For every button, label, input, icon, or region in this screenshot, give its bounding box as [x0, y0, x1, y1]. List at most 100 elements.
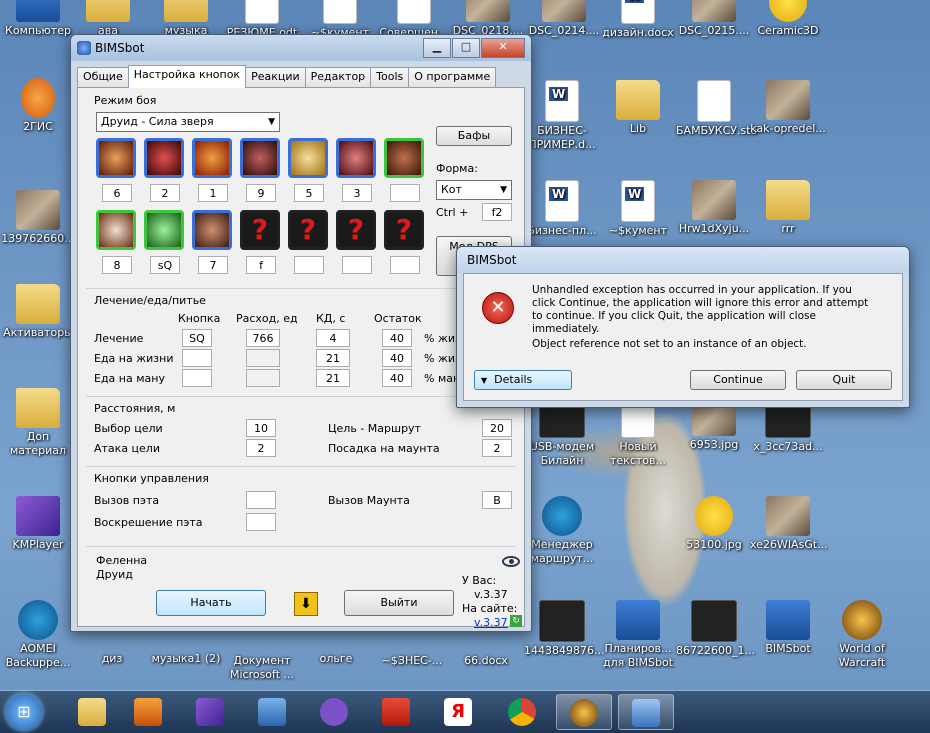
taskbar-wow[interactable] — [556, 694, 612, 730]
taskbar-bimsbot[interactable] — [618, 694, 674, 730]
error-dialog-titlebar[interactable]: BIMSbot — [457, 247, 909, 273]
desktop-icon-aomei[interactable]: AOMEI Backuppe... — [0, 600, 76, 670]
desktop-icon-86722600[interactable]: 86722600_1... — [676, 600, 755, 658]
tab-general[interactable]: Общие — [77, 67, 129, 88]
quit-button[interactable]: Quit — [796, 370, 892, 390]
heal-key-field[interactable]: SQ — [182, 329, 212, 347]
desktop-icon-kak-opredel[interactable]: kak-opredel... — [750, 80, 826, 136]
desktop-icon-music[interactable]: музыка — [148, 0, 224, 38]
pet-revive-field[interactable] — [246, 513, 276, 531]
tab-editor[interactable]: Редактор — [304, 67, 372, 88]
refresh-icon[interactable]: ↻ — [510, 615, 522, 627]
skill-slot-1[interactable] — [96, 138, 136, 178]
skill-slot-12[interactable]: ? — [288, 210, 328, 250]
skill-key-7[interactable] — [390, 184, 420, 202]
desktop-icon-rrr[interactable]: rrr — [750, 180, 826, 236]
skill-slot-5[interactable] — [288, 138, 328, 178]
desktop-icon-wow[interactable]: World of Warcraft — [824, 600, 900, 670]
desktop-icon-dsc0218[interactable]: DSC_0218.... — [450, 0, 526, 38]
target-select-field[interactable]: 10 — [246, 419, 276, 437]
desktop-icon-tmp-doc2[interactable]: ~$кумент — [600, 180, 676, 238]
heal-cd-field[interactable]: 4 — [316, 329, 350, 347]
taskbar-kmplayer[interactable] — [182, 694, 238, 730]
desktop-icon-lib[interactable]: Lib — [600, 80, 676, 136]
desktop-icon-xe26[interactable]: xe26WIAsGt... — [750, 496, 828, 552]
pet-call-field[interactable] — [246, 491, 276, 509]
taskbar-explorer[interactable] — [64, 694, 120, 730]
desktop-icon-bambuk[interactable]: БАМБУКСУ.sto — [676, 80, 757, 138]
minimize-button[interactable]: ▁ — [423, 38, 451, 58]
desktop-icon-kmplayer[interactable]: KMPlayer — [0, 496, 76, 552]
skill-slot-13[interactable]: ? — [336, 210, 376, 250]
taskbar-speaker[interactable] — [244, 694, 300, 730]
desktop-icon-photo139[interactable]: 139762660... — [0, 190, 76, 246]
tab-tools[interactable]: Tools — [370, 67, 410, 88]
desktop-icon-hrw1[interactable]: Hrw1dXyju... — [676, 180, 752, 236]
skill-slot-11[interactable]: ? — [240, 210, 280, 250]
skill-slot-4[interactable] — [240, 138, 280, 178]
site-version-link[interactable]: v.3.37 — [474, 616, 508, 629]
ctrl-key-field[interactable]: f2 — [482, 203, 512, 221]
skill-slot-7[interactable] — [384, 138, 424, 178]
skill-key-6[interactable]: 3 — [342, 184, 372, 202]
close-button[interactable]: ✕ — [481, 38, 525, 58]
food-mana-key-field[interactable] — [182, 369, 212, 387]
desktop-icon-activators[interactable]: Активаторы — [0, 284, 76, 340]
food-mana-rest-field[interactable]: 40 — [382, 369, 412, 387]
tab-about[interactable]: О программе — [408, 67, 497, 88]
desktop-icon-2gis[interactable]: 2ГИС — [0, 78, 76, 134]
desktop-icon-ceramic3d[interactable]: Ceramic3D — [750, 0, 826, 38]
taskbar-viber[interactable] — [306, 694, 362, 730]
desktop-icon-dop-material[interactable]: Доп материал — [0, 388, 76, 458]
desktop-icon-dsc0214[interactable]: DSC_0214.... — [526, 0, 602, 38]
tab-button-settings[interactable]: Настройка кнопок — [127, 65, 247, 88]
mount-call-field[interactable]: B — [482, 491, 512, 509]
food-hp-key-field[interactable] — [182, 349, 212, 367]
download-arrow-icon[interactable]: ⬇ — [294, 592, 318, 616]
skill-slot-10[interactable] — [192, 210, 232, 250]
start-button-windows[interactable]: ⊞ — [6, 694, 42, 730]
target-route-field[interactable]: 20 — [482, 419, 512, 437]
buffs-button[interactable]: Бафы — [436, 126, 512, 146]
desktop-icon-biznes-primer[interactable]: БИЗНЕС-ПРИМЕР.d... — [524, 80, 600, 152]
desktop-icon-1443[interactable]: 1443849876... — [524, 600, 604, 658]
details-button[interactable]: ▼ Details — [474, 370, 572, 390]
skill-key-12[interactable] — [294, 256, 324, 274]
desktop-icon-route-manager[interactable]: Менеджер маршрут... — [524, 496, 600, 566]
desktop-icon-biznes-plan[interactable]: Бизнес-пл... — [524, 180, 600, 238]
form-select[interactable]: Кот ▼ — [436, 180, 512, 200]
start-button[interactable]: Начать — [156, 590, 266, 616]
attack-target-field[interactable]: 2 — [246, 439, 276, 457]
combat-mode-select[interactable]: Друид - Сила зверя ▼ — [96, 112, 280, 132]
skill-slot-3[interactable] — [192, 138, 232, 178]
desktop-icon-computer[interactable]: Компьютер — [0, 0, 76, 38]
continue-button[interactable]: Continue — [690, 370, 786, 390]
desktop-icon-53100[interactable]: 53100.jpg — [676, 496, 752, 552]
skill-slot-9[interactable] — [144, 210, 184, 250]
skill-key-5[interactable]: 5 — [294, 184, 324, 202]
tab-reactions[interactable]: Реакции — [245, 67, 306, 88]
food-hp-rest-field[interactable]: 40 — [382, 349, 412, 367]
desktop-icon-design[interactable]: дизайн.docx — [600, 0, 676, 40]
taskbar-media-player[interactable] — [120, 694, 176, 730]
skill-key-4[interactable]: 9 — [246, 184, 276, 202]
skill-slot-2[interactable] — [144, 138, 184, 178]
skill-key-10[interactable]: 7 — [198, 256, 228, 274]
skill-key-1[interactable]: 6 — [102, 184, 132, 202]
skill-key-14[interactable] — [390, 256, 420, 274]
skill-key-11[interactable]: f — [246, 256, 276, 274]
taskbar-chrome[interactable] — [494, 694, 550, 730]
taskbar-k-app[interactable] — [368, 694, 424, 730]
food-hp-cd-field[interactable]: 21 — [316, 349, 350, 367]
skill-slot-14[interactable]: ? — [384, 210, 424, 250]
desktop-icon-dsc0215[interactable]: DSC_0215.... — [676, 0, 752, 38]
skill-slot-6[interactable] — [336, 138, 376, 178]
taskbar-yandex[interactable]: Я — [430, 694, 486, 730]
skill-slot-8[interactable] — [96, 210, 136, 250]
skill-key-9[interactable]: sQ — [150, 256, 180, 274]
desktop-icon-bimsbot[interactable]: BIMSbot — [750, 600, 826, 656]
desktop-icon-planner[interactable]: Планиров... для BIMSbot — [600, 600, 676, 670]
eye-icon[interactable] — [502, 556, 520, 567]
skill-key-2[interactable]: 2 — [150, 184, 180, 202]
heal-rest-field[interactable]: 40 — [382, 329, 412, 347]
